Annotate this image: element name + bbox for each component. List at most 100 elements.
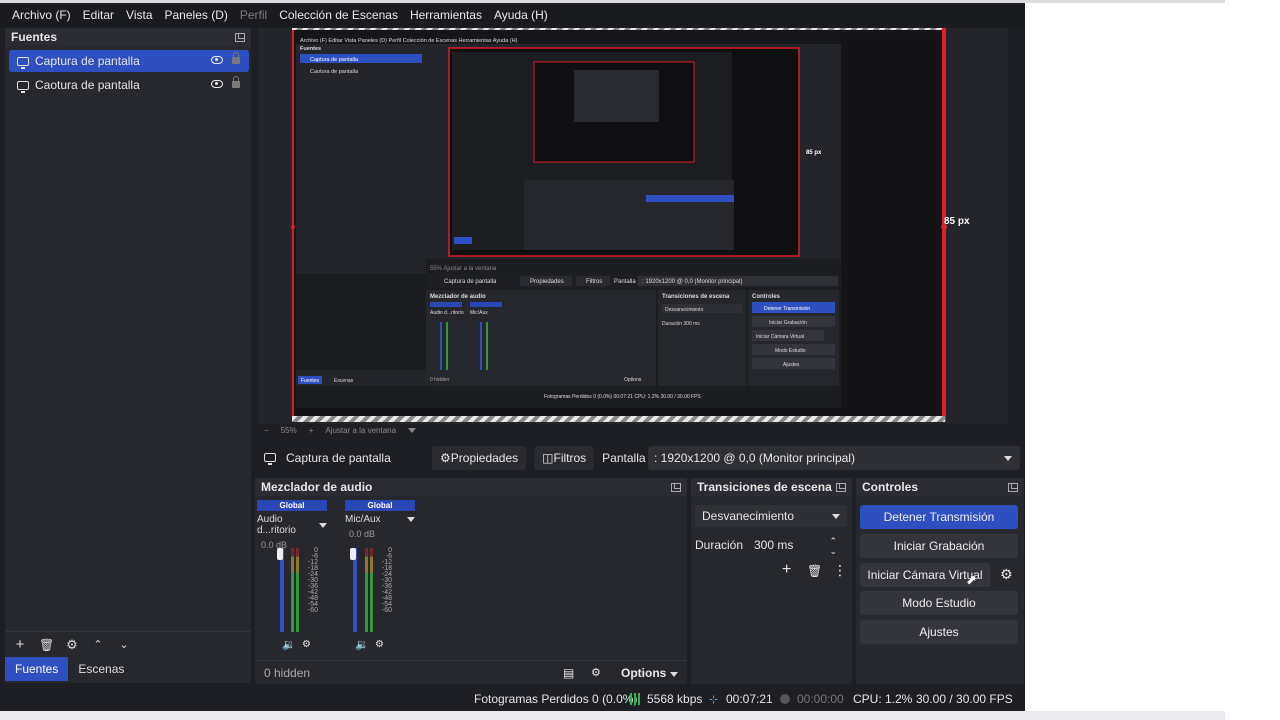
volume-slider[interactable] [350,548,356,560]
nested-preview-thumbnail: Archivo (F) Editar Vista Paneles (D) Per… [294,34,943,416]
chevron-down-icon [669,671,678,677]
svg-text:Audio d...ritorio: Audio d...ritorio [430,310,464,316]
source-item[interactable]: Captura de pantalla [9,50,249,72]
undock-icon[interactable] [836,482,846,492]
fit-dropdown-icon[interactable] [408,427,417,433]
audio-mixer-dock: Mezclador de audio Global Audio d...rito… [255,478,687,684]
undock-icon[interactable] [1008,482,1018,492]
mixer-footer: 0 hidden ▤ ⚙ Options [255,660,687,684]
more-options-icon[interactable]: ⋮ [833,562,847,579]
link-gear-icon[interactable]: ⚙ [591,666,601,679]
obs-window: Archivo (F) Editar Vista Paneles (D) Per… [0,0,1025,711]
menu-coleccion-escenas[interactable]: Colección de Escenas [273,3,404,27]
mixer-channel: Global Mic/Aux 0.0 dB [345,500,415,539]
layout-icon[interactable]: ▤ [563,666,574,680]
move-up-chevron-icon[interactable]: ⌃ [91,638,105,652]
channel-header: Global [257,500,327,511]
filters-button[interactable]: ◫Filtros [534,445,595,470]
hidden-count: 0 hidden [264,665,311,680]
menu-herramientas[interactable]: Herramientas [404,3,488,27]
undock-icon[interactable] [671,482,681,492]
channel-menu-icon[interactable] [319,522,327,528]
properties-button[interactable]: ⚙Propiedades [432,445,527,470]
menu-paneles[interactable]: Paneles (D) [159,3,234,27]
cpu-usage: CPU: 1.2% [853,692,913,706]
menu-ayuda[interactable]: Ayuda (H) [488,3,554,27]
source-item-label: Caotura de pantalla [35,78,140,92]
svg-text:Desvanecimiento: Desvanecimiento [665,307,704,313]
controls-header: Controles [856,478,1024,496]
stop-streaming-button[interactable]: Detener Transmisión [860,505,1018,529]
display-select[interactable]: : 1920x1200 @ 0,0 (Monitor principal) [648,446,1020,470]
add-transition-icon[interactable]: + [782,561,791,579]
remove-transition-icon[interactable]: 🗑 [807,564,822,578]
mixer-title: Mezclador de audio [261,480,373,494]
lock-icon[interactable] [232,76,240,88]
streaming-icon: ⊹ [709,693,719,706]
move-down-chevron-icon[interactable]: ⌄ [117,638,131,652]
settings-button[interactable]: Ajustes [860,620,1018,644]
volume-slider[interactable] [277,548,283,560]
source-toolbar: Captura de pantalla ⚙Propiedades ◫Filtro… [258,444,1020,471]
dropped-frames: Fotogramas Perdidos 0 (0.0%) [474,692,638,706]
source-settings-gear-icon[interactable]: ⚙ [65,637,79,652]
controls-title: Controles [862,480,919,494]
start-recording-button[interactable]: Iniciar Grabación [860,534,1018,558]
tab-escenas[interactable]: Escenas [68,657,134,681]
zoom-bar: − 55% + Ajustar a la ventana [258,424,1008,436]
visibility-eye-icon[interactable] [211,56,223,64]
preview-canvas[interactable]: Archivo (F) Editar Vista Paneles (D) Per… [292,30,945,422]
channel-name: Mic/Aux [345,514,381,525]
undock-icon[interactable] [235,32,245,42]
duration-input[interactable]: 300 ms ⌃ ⌄ [747,534,843,556]
menu-perfil[interactable]: Perfil [234,3,273,27]
transition-select[interactable]: Desvanecimiento [695,505,847,527]
channel-menu-icon[interactable] [407,517,415,522]
svg-text:Duración 300 ms: Duración 300 ms [662,321,700,327]
fit-to-window[interactable]: Ajustar a la ventana [325,426,396,435]
tab-fuentes[interactable]: Fuentes [5,657,69,681]
menu-archivo[interactable]: Archivo (F) [6,3,77,27]
gear-icon[interactable]: ⚙ [302,639,311,650]
svg-text:Detener Transmisión: Detener Transmisión [764,306,810,312]
visibility-eye-icon[interactable] [211,80,223,88]
hatch-bottom [292,416,945,422]
spin-down-icon[interactable]: ⌄ [829,540,837,562]
svg-text:0 hidden: 0 hidden [430,377,449,383]
svg-text:Escenas: Escenas [334,378,354,384]
level-meter [296,548,299,632]
svg-text:Transiciones de escena: Transiciones de escena [662,294,730,300]
zoom-out-icon[interactable]: − [264,426,269,435]
svg-text:Fuentes: Fuentes [300,46,321,52]
level-meter [291,548,294,632]
resize-handle-left[interactable] [291,225,295,229]
zoom-in-icon[interactable]: + [309,426,314,435]
monitor-icon [264,453,276,465]
speaker-icon[interactable]: 🔉 [355,638,369,651]
svg-text:Mic/Aux: Mic/Aux [470,310,488,316]
status-bar: Fotogramas Perdidos 0 (0.0%) 5568 kbps ⊹… [0,688,1025,710]
sources-toolbar: + 🗑 ⚙ ⌃ ⌄ [5,631,251,657]
speaker-icon[interactable]: 🔉 [282,638,296,651]
svg-text:Iniciar Cámara Virtual: Iniciar Cámara Virtual [756,334,804,340]
remove-source-icon[interactable]: 🗑 [39,638,54,652]
meter-scale: 0 -6 -12 -18 -24 -30 -36 -42 -48 -54 -60 [381,547,392,614]
menu-editar[interactable]: Editar [77,3,120,27]
sources-title: Fuentes [11,30,58,44]
network-signal-icon [630,693,642,705]
lock-icon[interactable] [232,52,240,64]
zoom-level: 55% [280,425,297,435]
transition-value: Desvanecimiento [702,509,795,523]
gear-icon[interactable]: ⚙ [375,639,384,650]
chevron-down-icon [1004,456,1012,461]
channel-header: Global [345,500,415,511]
studio-mode-button[interactable]: Modo Estudio [860,591,1018,615]
options-button[interactable]: Options [621,666,678,680]
duration-value: 300 ms [754,538,794,552]
transitions-title: Transiciones de escena [697,480,832,494]
virtual-camera-gear-icon[interactable]: ⚙ [1000,566,1013,583]
duration-label: Duración [695,538,744,552]
source-item[interactable]: Caotura de pantalla [9,74,249,96]
menu-vista[interactable]: Vista [120,3,158,27]
add-source-icon[interactable]: + [13,637,27,652]
